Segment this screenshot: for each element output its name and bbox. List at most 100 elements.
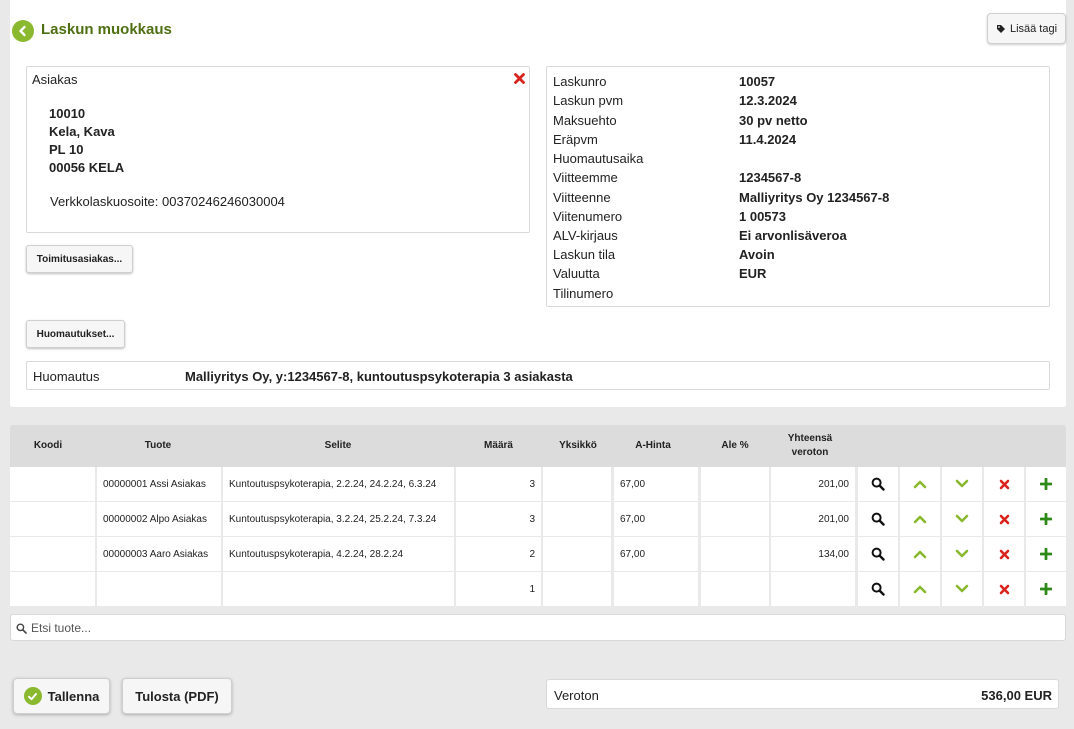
info-row: Maksuehto 30 pv netto: [553, 113, 1043, 132]
move-up-button[interactable]: [900, 502, 940, 536]
cell-quantity[interactable]: 3: [456, 467, 541, 501]
add-tag-button[interactable]: Lisää tagi: [987, 13, 1066, 44]
cell-code[interactable]: [10, 467, 95, 501]
move-up-button[interactable]: [900, 537, 940, 571]
close-icon: [514, 73, 525, 84]
invoice-info-box: Laskunro 10057 Laskun pvm 12.3.2024 Maksue…: [546, 66, 1050, 307]
delete-row-button[interactable]: [984, 572, 1024, 606]
remarks-button[interactable]: Huomautukset...: [26, 320, 125, 348]
print-pdf-button[interactable]: Tulosta (PDF): [122, 678, 232, 714]
total-value: 536,00 EUR: [981, 688, 1052, 703]
remove-customer-button[interactable]: [513, 72, 526, 85]
info-row: Viitteemme 1234567-8: [553, 170, 1043, 189]
cell-unit[interactable]: [543, 537, 611, 571]
chevron-up-icon: [913, 585, 927, 594]
cell-discount[interactable]: [701, 537, 769, 571]
cell-product[interactable]: 00000001 Assi Asiakas: [97, 467, 221, 501]
info-value: 1234567-8: [739, 170, 802, 185]
cell-description[interactable]: Kuntoutuspsykoterapia, 3.2.24, 25.2.24, …: [223, 502, 454, 536]
add-row-button[interactable]: [1026, 467, 1066, 501]
cell-total: 134,00: [771, 537, 855, 571]
total-box: Veroton 536,00 EUR: [546, 679, 1059, 709]
cell-discount[interactable]: [701, 502, 769, 536]
delete-row-button[interactable]: [984, 467, 1024, 501]
cell-discount[interactable]: [701, 572, 769, 606]
move-down-button[interactable]: [942, 467, 982, 501]
cell-unit[interactable]: [543, 572, 611, 606]
chevron-up-icon: [913, 550, 927, 559]
add-row-button[interactable]: [1026, 537, 1066, 571]
delete-row-button[interactable]: [984, 537, 1024, 571]
cell-code[interactable]: [10, 502, 95, 536]
cell-code[interactable]: [10, 572, 95, 606]
cell-description[interactable]: Kuntoutuspsykoterapia, 4.2.24, 28.2.24: [223, 537, 454, 571]
move-up-button[interactable]: [900, 572, 940, 606]
info-label: Laskunro: [553, 74, 607, 89]
table-row: 00000001 Assi Asiakas Kuntoutuspsykotera…: [10, 467, 1066, 502]
customer-address: 10010 Kela, Kava PL 10 00056 KELA: [49, 105, 124, 177]
info-value: Ei arvonlisäveroa: [739, 228, 847, 243]
info-row: Tilinumero: [553, 286, 1043, 305]
info-label: Laskun pvm: [553, 93, 624, 108]
cell-description[interactable]: [223, 572, 454, 606]
column-header-description: Selite: [324, 440, 352, 451]
cell-code[interactable]: [10, 537, 95, 571]
invoice-lines-table: Koodi Tuote Selite Määrä Yksikkö A-Hinta…: [10, 425, 1066, 607]
checkmark-icon: [23, 687, 42, 705]
plus-icon: [1040, 513, 1052, 525]
add-row-button[interactable]: [1026, 572, 1066, 606]
info-row: Eräpvm 11.4.2024: [553, 132, 1043, 151]
column-header-quantity: Määrä: [484, 440, 513, 451]
chevron-left-icon: [19, 25, 26, 37]
back-button[interactable]: [12, 20, 34, 42]
cell-quantity[interactable]: 1: [456, 572, 541, 606]
info-label: Viitenumero: [553, 209, 623, 224]
product-search-input[interactable]: [31, 615, 1051, 640]
table-row: 00000003 Aaro Asiakas Kuntoutuspsykotera…: [10, 537, 1066, 572]
info-row: Laskun pvm 12.3.2024: [553, 93, 1043, 112]
cell-quantity[interactable]: 2: [456, 537, 541, 571]
cell-unit-price[interactable]: [614, 572, 698, 606]
move-up-button[interactable]: [900, 467, 940, 501]
cell-total: 201,00: [771, 467, 855, 501]
delivery-customer-button[interactable]: Toimitusasiakas...: [26, 245, 133, 273]
cell-product[interactable]: [97, 572, 221, 606]
cell-quantity[interactable]: 3: [456, 502, 541, 536]
column-header-product: Tuote: [144, 440, 172, 451]
close-icon: [999, 549, 1009, 559]
info-row: Viitteenne Malliyritys Oy 1234567-8: [553, 190, 1043, 209]
search-product-button[interactable]: [858, 572, 898, 606]
info-label: Viitteenne: [553, 190, 611, 205]
plus-icon: [1040, 478, 1052, 490]
cell-unit[interactable]: [543, 502, 611, 536]
info-label: Valuutta: [553, 266, 600, 281]
info-value: 1 00573: [739, 209, 786, 224]
info-row: Valuutta EUR: [553, 266, 1043, 285]
move-down-button[interactable]: [942, 572, 982, 606]
delete-row-button[interactable]: [984, 502, 1024, 536]
move-down-button[interactable]: [942, 537, 982, 571]
info-label: Maksuehto: [553, 113, 617, 128]
save-button[interactable]: Tallenna: [13, 678, 110, 714]
chevron-down-icon: [955, 549, 969, 558]
note-row: Huomautus Malliyritys Oy, y:1234567-8, k…: [26, 361, 1050, 390]
cell-unit-price[interactable]: 67,00: [614, 537, 698, 571]
cell-unit[interactable]: [543, 467, 611, 501]
search-product-button[interactable]: [858, 467, 898, 501]
close-icon: [999, 584, 1009, 594]
cell-discount[interactable]: [701, 467, 769, 501]
add-row-button[interactable]: [1026, 502, 1066, 536]
cell-product[interactable]: 00000002 Alpo Asiakas: [97, 502, 221, 536]
cell-unit-price[interactable]: 67,00: [614, 502, 698, 536]
cell-product[interactable]: 00000003 Aaro Asiakas: [97, 537, 221, 571]
search-product-button[interactable]: [858, 537, 898, 571]
info-row: Huomautusaika: [553, 151, 1043, 170]
cell-unit-price[interactable]: 67,00: [614, 467, 698, 501]
tag-icon: [996, 24, 1005, 33]
chevron-down-icon: [955, 514, 969, 523]
move-down-button[interactable]: [942, 502, 982, 536]
customer-box: Asiakas 10010 Kela, Kava PL 10 00056 KEL…: [26, 66, 530, 233]
search-product-button[interactable]: [858, 502, 898, 536]
table-header: Koodi Tuote Selite Määrä Yksikkö A-Hinta…: [10, 425, 1066, 467]
cell-description[interactable]: Kuntoutuspsykoterapia, 2.2.24, 24.2.24, …: [223, 467, 454, 501]
